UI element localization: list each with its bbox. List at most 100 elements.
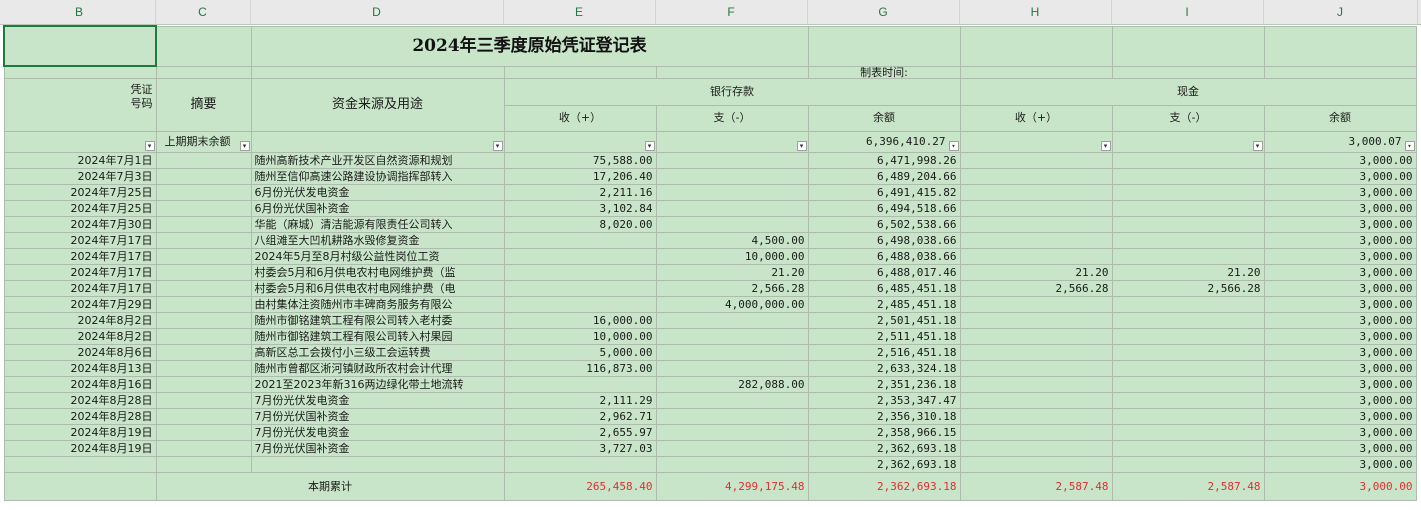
filter-cell-voucher[interactable]: ▾ xyxy=(3,131,157,153)
filter-dropdown-icon[interactable]: ▾ xyxy=(948,141,959,151)
cash-expense-cell[interactable] xyxy=(1111,312,1265,329)
summary-cell[interactable] xyxy=(155,248,252,265)
bank-income-cell[interactable]: 8,020.00 xyxy=(503,216,657,233)
header-cash-income[interactable]: 收（+） xyxy=(959,104,1113,132)
cash-balance-cell[interactable]: 3,000.00 xyxy=(1263,200,1417,217)
cash-income-cell[interactable] xyxy=(959,392,1113,409)
cell-b-title[interactable] xyxy=(3,25,157,67)
summary-cell[interactable] xyxy=(155,376,252,393)
cash-expense-cell[interactable] xyxy=(1111,392,1265,409)
cell-c-time[interactable] xyxy=(155,65,252,79)
summary-cell[interactable] xyxy=(155,296,252,313)
summary-cell[interactable] xyxy=(155,440,252,457)
filter-cell-cash-balance[interactable]: 3,000.07 ▾ xyxy=(1263,131,1417,153)
filter-dropdown-icon[interactable]: ▾ xyxy=(1404,141,1415,151)
cash-expense-cell[interactable] xyxy=(1111,408,1265,425)
cash-expense-cell[interactable] xyxy=(1111,376,1265,393)
column-header-c[interactable]: C xyxy=(155,0,251,24)
cell-j-time[interactable] xyxy=(1263,65,1417,79)
filter-dropdown-icon[interactable]: ▾ xyxy=(644,141,655,151)
source-use-cell[interactable]: 村委会5月和6月供电农村电网维护费（电 xyxy=(250,280,505,297)
summary-cell[interactable] xyxy=(155,312,252,329)
cell-e-time[interactable] xyxy=(503,65,657,79)
cash-balance-cell[interactable]: 3,000.00 xyxy=(1263,328,1417,345)
cash-income-cell[interactable] xyxy=(959,424,1113,441)
bank-expense-cell[interactable] xyxy=(655,408,809,425)
column-header-g[interactable]: G xyxy=(807,0,960,24)
header-bank-income[interactable]: 收（+） xyxy=(503,104,657,132)
bank-balance-cell[interactable]: 6,502,538.66 xyxy=(807,216,961,233)
bank-expense-cell[interactable] xyxy=(655,168,809,185)
totals-cell-blank[interactable] xyxy=(3,472,157,501)
cash-balance-cell[interactable]: 3,000.00 xyxy=(1263,456,1417,473)
cash-expense-cell[interactable] xyxy=(1111,200,1265,217)
summary-cell[interactable] xyxy=(155,264,252,281)
cash-balance-cell[interactable]: 3,000.00 xyxy=(1263,232,1417,249)
bank-balance-cell[interactable]: 6,488,038.66 xyxy=(807,248,961,265)
bank-balance-cell[interactable]: 6,491,415.82 xyxy=(807,184,961,201)
bank-expense-cell[interactable] xyxy=(655,344,809,361)
cash-balance-cell[interactable]: 3,000.00 xyxy=(1263,360,1417,377)
bank-expense-cell[interactable]: 2,566.28 xyxy=(655,280,809,297)
bank-income-cell[interactable]: 17,206.40 xyxy=(503,168,657,185)
bank-balance-cell[interactable]: 2,516,451.18 xyxy=(807,344,961,361)
source-use-cell[interactable]: 八组滩至大凹机耕路水毁修复资金 xyxy=(250,232,505,249)
bank-income-cell[interactable] xyxy=(503,296,657,313)
summary-cell[interactable] xyxy=(155,456,252,473)
bank-expense-cell[interactable] xyxy=(655,456,809,473)
cash-expense-cell[interactable] xyxy=(1111,456,1265,473)
voucher-date-cell[interactable]: 2024年8月2日 xyxy=(3,328,157,345)
cash-expense-cell[interactable] xyxy=(1111,360,1265,377)
bank-income-cell[interactable] xyxy=(503,264,657,281)
header-source-use[interactable]: 资金来源及用途 xyxy=(250,78,505,132)
cash-income-cell[interactable] xyxy=(959,152,1113,169)
bank-expense-cell[interactable]: 282,088.00 xyxy=(655,376,809,393)
cash-income-cell[interactable]: 21.20 xyxy=(959,264,1113,281)
cash-expense-cell[interactable] xyxy=(1111,248,1265,265)
bank-expense-cell[interactable] xyxy=(655,440,809,457)
bank-income-cell[interactable]: 75,588.00 xyxy=(503,152,657,169)
cash-income-cell[interactable] xyxy=(959,296,1113,313)
cash-balance-cell[interactable]: 3,000.00 xyxy=(1263,392,1417,409)
bank-income-cell[interactable]: 2,211.16 xyxy=(503,184,657,201)
source-use-cell[interactable]: 随州高新技术产业开发区自然资源和规划 xyxy=(250,152,505,169)
source-use-cell[interactable]: 2021至2023年新316两边绿化带土地流转 xyxy=(250,376,505,393)
bank-expense-cell[interactable] xyxy=(655,424,809,441)
cash-expense-cell[interactable] xyxy=(1111,152,1265,169)
bank-balance-cell[interactable]: 2,511,451.18 xyxy=(807,328,961,345)
bank-balance-cell[interactable]: 2,362,693.18 xyxy=(807,456,961,473)
cash-balance-cell[interactable]: 3,000.00 xyxy=(1263,424,1417,441)
bank-balance-cell[interactable]: 2,351,236.18 xyxy=(807,376,961,393)
bank-balance-cell[interactable]: 2,485,451.18 xyxy=(807,296,961,313)
header-bank-balance[interactable]: 余额 xyxy=(807,104,961,132)
bank-expense-cell[interactable]: 21.20 xyxy=(655,264,809,281)
cell-d-time[interactable] xyxy=(250,65,505,79)
bank-balance-cell[interactable]: 2,353,347.47 xyxy=(807,392,961,409)
source-use-cell[interactable]: 7月份光伏国补资金 xyxy=(250,408,505,425)
total-bank-balance[interactable]: 2,362,693.18 xyxy=(807,472,961,501)
bank-balance-cell[interactable]: 6,485,451.18 xyxy=(807,280,961,297)
total-bank-income[interactable]: 265,458.40 xyxy=(503,472,657,501)
bank-balance-cell[interactable]: 2,633,324.18 xyxy=(807,360,961,377)
cash-balance-cell[interactable]: 3,000.00 xyxy=(1263,408,1417,425)
cell-g-title[interactable] xyxy=(807,25,961,67)
header-cash-expense[interactable]: 支（-） xyxy=(1111,104,1265,132)
source-use-cell[interactable]: 随州市御铭建筑工程有限公司转入老村委 xyxy=(250,312,505,329)
column-header-j[interactable]: J xyxy=(1263,0,1418,24)
bank-income-cell[interactable]: 5,000.00 xyxy=(503,344,657,361)
bank-income-cell[interactable]: 16,000.00 xyxy=(503,312,657,329)
total-bank-expense[interactable]: 4,299,175.48 xyxy=(655,472,809,501)
voucher-date-cell[interactable]: 2024年8月16日 xyxy=(3,376,157,393)
cash-expense-cell[interactable] xyxy=(1111,184,1265,201)
totals-label[interactable]: 本期累计 xyxy=(155,472,505,501)
made-time-label[interactable]: 制表时间: xyxy=(807,65,961,79)
column-header-d[interactable]: D xyxy=(250,0,504,24)
filter-cell-bank-income[interactable]: ▾ xyxy=(503,131,657,153)
bank-expense-cell[interactable] xyxy=(655,152,809,169)
filter-dropdown-icon[interactable]: ▾ xyxy=(1252,141,1263,151)
cash-balance-cell[interactable]: 3,000.00 xyxy=(1263,376,1417,393)
bank-expense-cell[interactable] xyxy=(655,184,809,201)
bank-income-cell[interactable]: 116,873.00 xyxy=(503,360,657,377)
filter-cell-summary[interactable]: 上期期末余额 ▾ xyxy=(155,131,252,153)
cash-income-cell[interactable] xyxy=(959,232,1113,249)
